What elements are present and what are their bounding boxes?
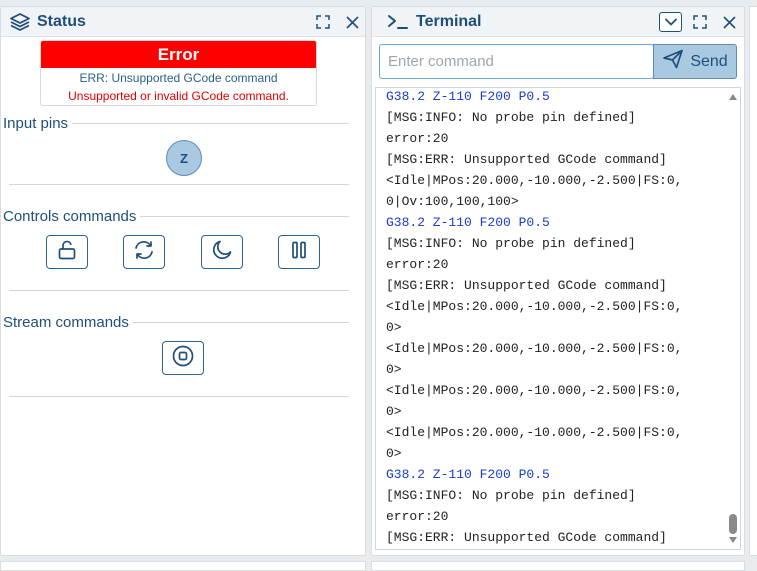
error-description: Unsupported or invalid GCode command.	[68, 89, 289, 103]
unlock-icon	[56, 239, 78, 266]
unlock-button[interactable]	[46, 235, 88, 269]
status-panel-header: Status	[1, 7, 365, 37]
divider	[72, 122, 349, 124]
scrollbar-thumb[interactable]	[729, 514, 737, 534]
terminal-line: error:20	[386, 131, 449, 146]
pause-icon	[289, 240, 309, 265]
terminal-line: <Idle|MPos:20.000,-10.000,-2.500|FS:0,	[386, 299, 683, 314]
terminal-line: 0>	[386, 362, 402, 377]
scrollbar[interactable]	[726, 88, 740, 549]
reset-button[interactable]	[123, 235, 165, 269]
layers-icon	[7, 7, 33, 37]
terminal-line: <Idle|MPos:20.000,-10.000,-2.500|FS:0,	[386, 383, 683, 398]
divider	[132, 321, 349, 323]
command-input[interactable]	[379, 44, 654, 79]
terminal-line: [MSG:INFO: No probe pin defined]	[386, 236, 636, 251]
status-panel-title: Status	[37, 12, 86, 30]
terminal-line: <Idle|MPos:20.000,-10.000,-2.500|FS:0,	[386, 173, 683, 188]
error-message: ERR: Unsupported GCode command	[79, 71, 278, 85]
divider	[9, 290, 349, 291]
divider	[140, 215, 349, 217]
input-pins-title: Input pins	[3, 114, 69, 132]
stop-button[interactable]	[162, 341, 204, 375]
close-icon[interactable]	[719, 7, 739, 37]
terminal-line: <Idle|MPos:20.000,-10.000,-2.500|FS:0,	[386, 341, 683, 356]
reset-icon	[132, 239, 156, 266]
terminal-line: error:20	[386, 257, 449, 272]
send-button[interactable]: Send	[653, 44, 737, 79]
terminal-line: G38.2 Z-110 F200 P0.5	[386, 215, 550, 230]
terminal-line: error:20	[386, 509, 449, 524]
terminal-line: 0|Ov:100,100,100>	[386, 194, 519, 209]
sleep-icon	[211, 239, 233, 266]
terminal-output[interactable]: G38.2 Z-110 F200 P0.5 [MSG:INFO: No probe…	[375, 87, 741, 550]
terminal-lines: G38.2 Z-110 F200 P0.5 [MSG:INFO: No probe…	[386, 88, 724, 548]
stream-commands-title: Stream commands	[3, 313, 129, 331]
send-label: Send	[690, 52, 728, 70]
stop-icon	[171, 344, 195, 373]
fullscreen-icon[interactable]	[313, 7, 333, 37]
status-panel: Status Error ERR: Unsupported GCode comm…	[0, 6, 366, 556]
terminal-line: [MSG:ERR: Unsupported GCode command]	[386, 278, 667, 293]
next-panel-header	[371, 561, 745, 571]
divider	[9, 184, 349, 185]
terminal-panel: Terminal Send G38.2 Z-110 F200 P0.5 [MSG:…	[371, 6, 745, 556]
terminal-line: G38.2 Z-110 F200 P0.5	[386, 89, 550, 104]
scroll-down-arrow-icon[interactable]	[729, 537, 737, 543]
sleep-button[interactable]	[201, 235, 243, 269]
terminal-line: [MSG:INFO: No probe pin defined]	[386, 110, 636, 125]
terminal-icon	[386, 7, 410, 37]
chevron-down-icon	[664, 13, 677, 31]
next-panel-header	[0, 561, 366, 571]
send-icon	[662, 49, 684, 74]
controls-commands-section: Controls commands	[3, 206, 349, 226]
terminal-panel-header: Terminal	[372, 7, 744, 37]
pause-button[interactable]	[278, 235, 320, 269]
scroll-up-arrow-icon[interactable]	[729, 94, 737, 100]
terminal-line: 0>	[386, 446, 402, 461]
close-icon[interactable]	[342, 7, 362, 37]
stream-commands-section: Stream commands	[3, 312, 349, 332]
collapse-button[interactable]	[659, 12, 682, 32]
pin-z-indicator: Z	[166, 140, 202, 176]
adjacent-panel	[749, 6, 757, 556]
terminal-line: G38.2 Z-110 F200 P0.5	[386, 467, 550, 482]
terminal-panel-title: Terminal	[416, 12, 482, 30]
terminal-line: [MSG:INFO: No probe pin defined]	[386, 488, 636, 503]
fullscreen-icon[interactable]	[690, 7, 710, 37]
terminal-line: 0>	[386, 320, 402, 335]
input-pins-section: Input pins	[3, 113, 349, 133]
terminal-line: 0>	[386, 404, 402, 419]
divider	[9, 396, 349, 397]
terminal-line: [MSG:ERR: Unsupported GCode command]	[386, 152, 667, 167]
terminal-line: [MSG:ERR: Unsupported GCode command]	[386, 530, 667, 545]
error-alert: Error ERR: Unsupported GCode command Uns…	[40, 40, 317, 106]
error-title: Error	[41, 41, 316, 68]
controls-commands-title: Controls commands	[3, 207, 137, 225]
terminal-line: <Idle|MPos:20.000,-10.000,-2.500|FS:0,	[386, 425, 683, 440]
